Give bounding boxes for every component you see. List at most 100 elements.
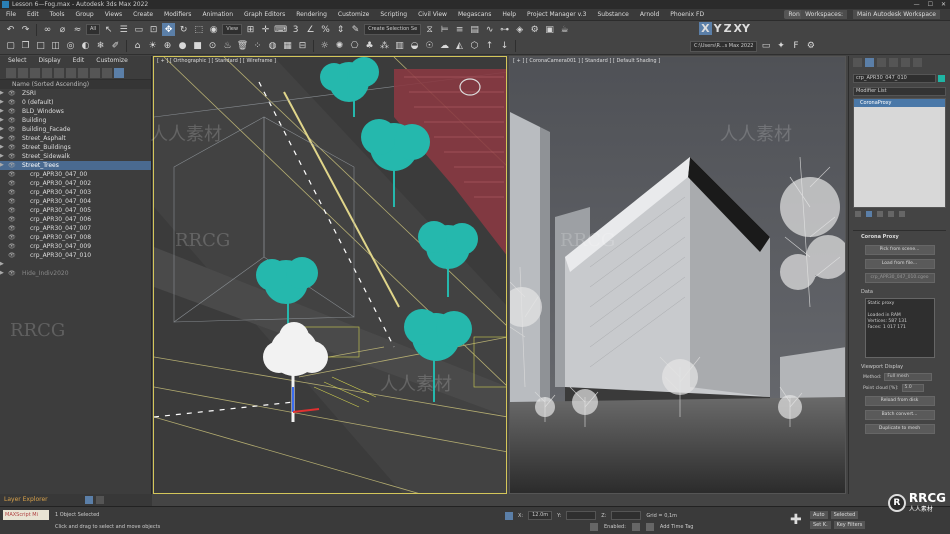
visibility-eye-icon[interactable]: 👁 bbox=[8, 251, 16, 260]
scene-row[interactable]: 👁 crp_APR30_047_006 bbox=[0, 215, 151, 224]
corona-light-icon[interactable]: ✺ bbox=[333, 40, 346, 53]
menu-animation[interactable]: Animation bbox=[202, 11, 233, 18]
named-selection-dropdown[interactable]: Create Selection Se bbox=[364, 24, 422, 35]
settings-icon[interactable]: ⚙ bbox=[804, 40, 817, 53]
corona-proxy-icon[interactable]: ♣ bbox=[363, 40, 376, 53]
view-icon[interactable]: ◐ bbox=[79, 40, 92, 53]
menu-graph-editors[interactable]: Graph Editors bbox=[244, 11, 285, 18]
scene-row[interactable]: 👁 crp_APR30_047_008 bbox=[0, 233, 151, 242]
proxy-file-field[interactable]: crp_APR30_047_010.cgeo bbox=[864, 273, 935, 283]
manipulate-icon[interactable]: ✛ bbox=[259, 23, 272, 36]
filter-lights-icon[interactable] bbox=[30, 67, 40, 78]
selection-filter-dropdown[interactable]: All bbox=[86, 24, 101, 35]
redo-icon[interactable]: ↷ bbox=[19, 23, 32, 36]
filter-xrefs-icon[interactable] bbox=[90, 67, 100, 78]
snap-3d-icon[interactable]: 3 bbox=[289, 23, 302, 36]
edit-named-sel-icon[interactable]: ✎ bbox=[349, 23, 362, 36]
link-icon[interactable]: ∞ bbox=[41, 23, 54, 36]
scene-row[interactable]: ▶ 👁 Building_Facade bbox=[0, 125, 151, 134]
adaptive-degradation-icon[interactable] bbox=[590, 523, 598, 531]
visibility-eye-icon[interactable]: 👁 bbox=[8, 224, 16, 233]
visibility-eye-icon[interactable]: 👁 bbox=[8, 134, 16, 143]
explorer-menu-display[interactable]: Display bbox=[39, 56, 61, 66]
layer-explorer-label[interactable]: Layer Explorer bbox=[4, 496, 48, 503]
project-folder-dropdown[interactable]: C:\Users\R...s Max 2022 bbox=[690, 40, 758, 52]
scene-row[interactable]: ▶ 👁 BLD_Windows bbox=[0, 107, 151, 116]
pick-from-scene-button[interactable]: Pick from scene... bbox=[864, 245, 935, 255]
menu-scripting[interactable]: Scripting bbox=[380, 11, 407, 18]
load-from-file-button[interactable]: Load from file... bbox=[864, 259, 935, 269]
rect-select-icon[interactable]: ▭ bbox=[132, 23, 145, 36]
pivot-icon[interactable]: ⊞ bbox=[244, 23, 257, 36]
z-coordinate-field[interactable] bbox=[611, 511, 642, 520]
curve-editor-icon[interactable]: ∿ bbox=[483, 23, 496, 36]
corona-sun-icon[interactable]: ☉ bbox=[423, 40, 436, 53]
scene-row[interactable]: ▶ 👁 Hide_Indiv2020 bbox=[0, 269, 151, 278]
x-coordinate-field[interactable]: 12.0m bbox=[528, 511, 553, 520]
menu-modifiers[interactable]: Modifiers bbox=[164, 11, 191, 18]
unlink-icon[interactable]: ⌀ bbox=[56, 23, 69, 36]
menu-views[interactable]: Views bbox=[105, 11, 122, 18]
filter-groups-icon[interactable] bbox=[78, 67, 88, 78]
corona-fb-icon[interactable]: ▥ bbox=[393, 40, 406, 53]
scene-row[interactable]: 👁 crp_APR30_047_007 bbox=[0, 224, 151, 233]
corona-render-icon[interactable]: ☼ bbox=[318, 40, 331, 53]
menu-project-manager[interactable]: Project Manager v.3 bbox=[527, 11, 586, 18]
expand-arrow-icon[interactable]: ▶ bbox=[0, 125, 6, 134]
scene-row[interactable]: ▶ 👁 Street_Trees bbox=[0, 161, 151, 170]
axis-y-button[interactable]: Y bbox=[714, 22, 722, 35]
minimize-icon[interactable]: — bbox=[914, 0, 920, 9]
undo-icon[interactable]: ↶ bbox=[4, 23, 17, 36]
expand-arrow-icon[interactable]: ▶ bbox=[0, 152, 6, 161]
move-up-icon[interactable]: ↑ bbox=[483, 40, 496, 53]
expand-arrow-icon[interactable]: ▶ bbox=[0, 260, 6, 269]
move-down-icon[interactable]: ↓ bbox=[498, 40, 511, 53]
expand-arrow-icon[interactable]: ▶ bbox=[0, 89, 6, 98]
filter-cameras-icon[interactable] bbox=[42, 67, 52, 78]
camera-icon[interactable]: ⌂ bbox=[131, 40, 144, 53]
hierarchy-tab-icon[interactable] bbox=[877, 58, 886, 67]
menu-customize[interactable]: Customize bbox=[338, 11, 370, 18]
utilities-tab-icon[interactable] bbox=[913, 58, 922, 67]
point-cloud-spinner[interactable]: 5.0 bbox=[901, 384, 924, 392]
modifier-list-dropdown[interactable]: Modifier List bbox=[853, 87, 946, 96]
scene-row[interactable]: ▶ 👁 Street_Buildings bbox=[0, 143, 151, 152]
expand-arrow-icon[interactable]: ▶ bbox=[0, 116, 6, 125]
filter-bones-icon[interactable] bbox=[102, 67, 112, 78]
visibility-eye-icon[interactable]: 👁 bbox=[8, 161, 16, 170]
y-coordinate-field[interactable] bbox=[566, 511, 597, 520]
maxscript-listener[interactable]: MAXScript Mi bbox=[3, 510, 49, 520]
scene-row[interactable]: 👁 crp_APR30_047_003 bbox=[0, 188, 151, 197]
menu-help[interactable]: Help bbox=[502, 11, 516, 18]
scene-row[interactable]: ▶ bbox=[0, 260, 151, 269]
expand-arrow-icon[interactable]: ▶ bbox=[0, 269, 6, 278]
angle-snap-icon[interactable]: ∠ bbox=[304, 23, 317, 36]
material-icon[interactable]: ◍ bbox=[266, 40, 279, 53]
motion-tab-icon[interactable] bbox=[889, 58, 898, 67]
duplicate-to-mesh-button[interactable]: Duplicate to mesh bbox=[864, 424, 935, 434]
scene-row[interactable]: ▶ 👁 Street_Asphalt bbox=[0, 134, 151, 143]
rect-icon[interactable]: □ bbox=[34, 40, 47, 53]
scene-row[interactable]: ▶ 👁 Building bbox=[0, 116, 151, 125]
fx-icon[interactable]: F bbox=[789, 40, 802, 53]
scene-explorer-toggle-icon[interactable] bbox=[96, 496, 104, 504]
menu-file[interactable]: File bbox=[6, 11, 16, 18]
lock-selection-icon[interactable] bbox=[505, 511, 513, 520]
render-frame-icon[interactable]: ▣ bbox=[543, 23, 556, 36]
visibility-eye-icon[interactable]: 👁 bbox=[8, 188, 16, 197]
method-dropdown[interactable]: Full mesh bbox=[884, 373, 933, 381]
menu-create[interactable]: Create bbox=[133, 11, 153, 18]
scene-row[interactable]: 👁 crp_APR30_047_004 bbox=[0, 197, 151, 206]
mirror-icon[interactable]: ⧖ bbox=[423, 23, 436, 36]
rollout-title[interactable]: Corona Proxy bbox=[853, 233, 946, 241]
explorer-menu-select[interactable]: Select bbox=[8, 56, 27, 66]
visibility-eye-icon[interactable]: 👁 bbox=[8, 116, 16, 125]
corona-decal-icon[interactable]: ◭ bbox=[453, 40, 466, 53]
scene-row[interactable]: ▶ 👁 Street_Sidewalk bbox=[0, 152, 151, 161]
visibility-eye-icon[interactable]: 👁 bbox=[8, 152, 16, 161]
time-tag-icon[interactable] bbox=[645, 523, 654, 531]
viewport-camera[interactable]: [ + ] [ CoronaCamera001 ] [ Standard ] [… bbox=[509, 56, 846, 494]
filter-all-icon[interactable] bbox=[114, 67, 124, 78]
expand-arrow-icon[interactable]: ▶ bbox=[0, 107, 6, 116]
layer-icon[interactable]: ≡ bbox=[453, 23, 466, 36]
